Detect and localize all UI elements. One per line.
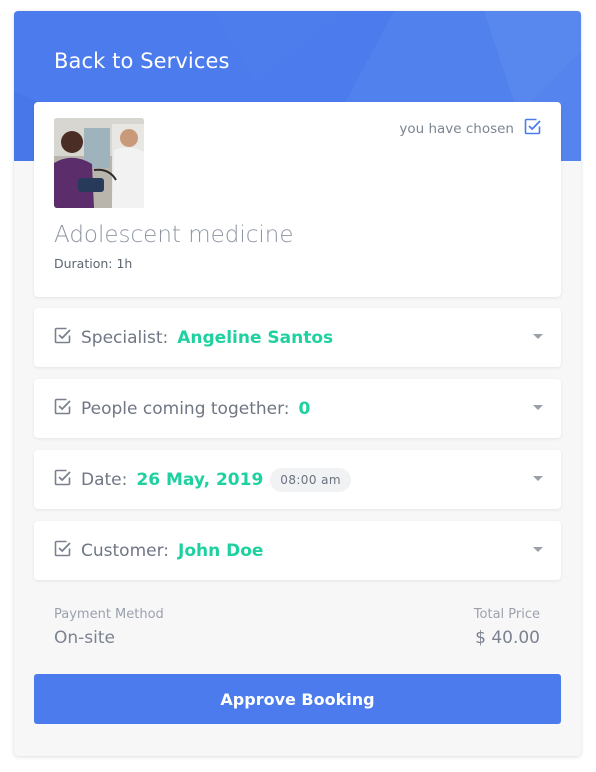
approve-booking-button[interactable]: Approve Booking <box>34 674 561 724</box>
specialist-row[interactable]: Specialist: Angeline Santos <box>34 308 561 367</box>
chevron-down-icon[interactable] <box>533 476 543 481</box>
date-label: Date: <box>81 469 128 490</box>
customer-row[interactable]: Customer: John Doe <box>34 521 561 580</box>
payment-method-label: Payment Method <box>54 607 164 622</box>
date-row[interactable]: Date: 26 May, 2019 08:00 am <box>34 450 561 509</box>
checkbox-checked-icon <box>54 540 81 561</box>
date-value: 26 May, 2019 <box>136 469 264 490</box>
service-name: Adolescent medicine <box>54 222 294 248</box>
people-row[interactable]: People coming together: 0 <box>34 379 561 438</box>
total-price-value: $ 40.00 <box>475 628 540 648</box>
time-badge: 08:00 am <box>270 467 351 492</box>
checkbox-checked-icon <box>54 398 81 419</box>
chevron-down-icon[interactable] <box>533 334 543 339</box>
customer-value: John Doe <box>178 540 264 561</box>
chosen-indicator: you have chosen <box>399 118 541 139</box>
total-price-label: Total Price <box>473 607 540 622</box>
specialist-value: Angeline Santos <box>177 327 334 348</box>
back-to-services-link[interactable]: Back to Services <box>54 49 230 73</box>
payment-method-value: On-site <box>54 628 115 648</box>
chevron-down-icon[interactable] <box>533 547 543 552</box>
checkbox-checked-icon <box>524 118 541 139</box>
checkbox-checked-icon <box>54 469 81 490</box>
people-value: 0 <box>298 398 311 419</box>
customer-label: Customer: <box>81 540 170 561</box>
payment-method: Payment Method On-site <box>54 607 164 648</box>
service-image <box>54 118 144 208</box>
checkbox-checked-icon <box>54 327 81 348</box>
service-summary: you have chosen Adolescent medicine Dura… <box>34 102 561 297</box>
chosen-label: you have chosen <box>399 120 514 137</box>
total-price: Total Price $ 40.00 <box>474 607 540 648</box>
booking-card: Back to Services you have chosen Adolesc… <box>14 11 581 756</box>
service-duration: Duration: 1h <box>54 256 133 271</box>
chevron-down-icon[interactable] <box>533 405 543 410</box>
specialist-label: Specialist: <box>81 327 169 348</box>
people-label: People coming together: <box>81 398 290 419</box>
